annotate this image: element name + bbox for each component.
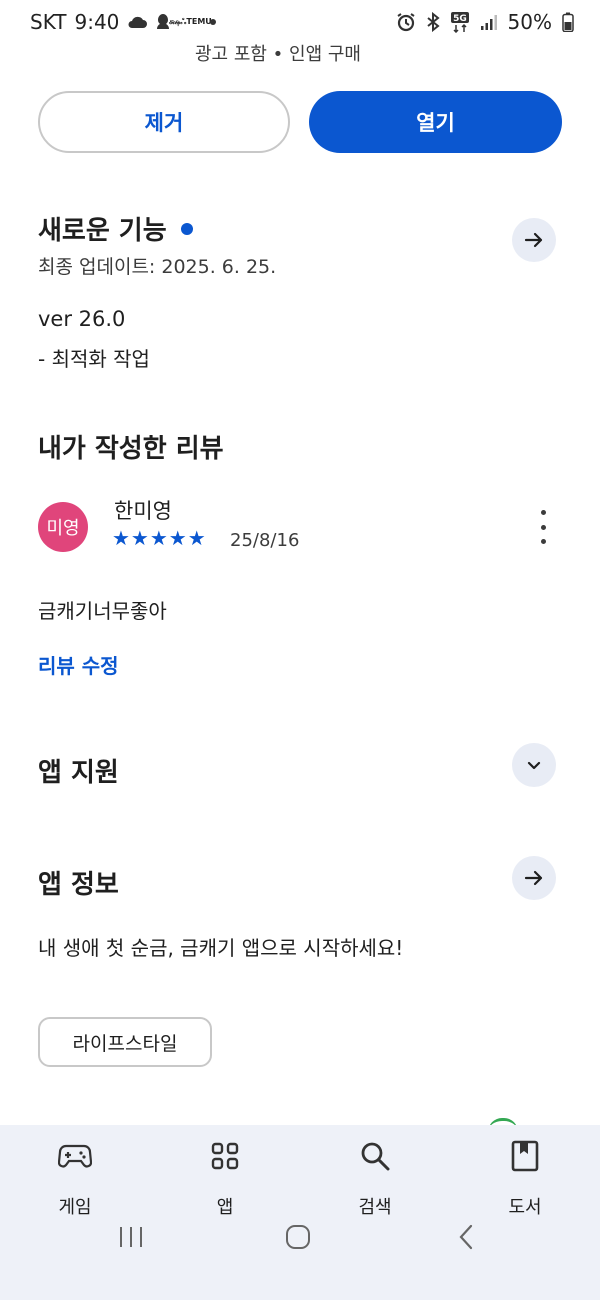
- more-options-icon[interactable]: [532, 510, 554, 544]
- app-support-title[interactable]: 앱 지원: [38, 752, 119, 789]
- review-date: 25/8/16: [230, 530, 300, 551]
- nav-books-label: 도서: [508, 1197, 542, 1218]
- battery-icon: [562, 12, 574, 32]
- nav-search-label: 검색: [358, 1197, 392, 1218]
- nav-games[interactable]: 게임: [25, 1139, 125, 1219]
- nav-apps-label: 앱: [216, 1197, 234, 1218]
- category-chip[interactable]: 라이프스타일: [38, 1017, 212, 1067]
- status-left: SKT 9:40 க்ஷஃ TEMU: [30, 10, 217, 34]
- app-description: 내 생애 첫 순금, 금캐기 앱으로 시작하세요!: [38, 936, 404, 960]
- clock: 9:40: [74, 10, 120, 34]
- recent-apps-icon[interactable]: [118, 1225, 144, 1253]
- open-button[interactable]: 열기: [309, 91, 562, 153]
- arrow-right-icon: [524, 870, 543, 886]
- arrow-right-icon: [524, 232, 543, 248]
- temu-bottom-text: TEMU: [186, 17, 212, 26]
- back-icon[interactable]: [457, 1224, 475, 1254]
- carrier-label: SKT: [30, 10, 67, 34]
- svg-text:5G: 5G: [453, 14, 467, 24]
- app-info-arrow-button[interactable]: [512, 856, 556, 900]
- last-update-date: 최종 업데이트: 2025. 6. 25.: [38, 256, 277, 278]
- status-bar: SKT 9:40 க்ஷஃ TEMU 5G 50%: [0, 0, 600, 44]
- temu-top-text: க்ஷஃ: [169, 17, 187, 26]
- apps-grid-icon: [208, 1139, 242, 1173]
- nav-games-label: 게임: [58, 1197, 92, 1218]
- book-icon: [508, 1139, 542, 1173]
- 5g-icon: 5G: [450, 11, 470, 33]
- reviewer-name: 한미영: [114, 499, 172, 523]
- home-icon[interactable]: [285, 1224, 311, 1254]
- cloud-icon: [127, 15, 148, 29]
- version-text: ver 26.0: [38, 307, 126, 331]
- battery-percent: 50%: [507, 10, 552, 34]
- chevron-down-icon: [527, 761, 541, 770]
- star-rating: ★★★★★: [112, 526, 207, 550]
- gamepad-icon: [58, 1139, 92, 1173]
- avatar: 미영: [38, 502, 88, 552]
- review-text: 금캐기너무좋아: [38, 599, 167, 623]
- bottom-navigation: 게임 앱 검색 도서: [0, 1125, 600, 1300]
- alarm-icon: [396, 12, 416, 32]
- bluetooth-icon: [426, 12, 440, 32]
- new-indicator-dot: [180, 222, 193, 235]
- more-notifications-dot-icon: [209, 18, 217, 26]
- remove-button[interactable]: 제거: [38, 91, 290, 153]
- nav-books[interactable]: 도서: [475, 1139, 575, 1219]
- app-support-expand-button[interactable]: [512, 743, 556, 787]
- change-note: - 최적화 작업: [38, 347, 150, 371]
- whats-new-header[interactable]: 새로운 기능: [38, 210, 193, 247]
- signal-icon: [480, 13, 498, 31]
- search-icon: [358, 1139, 392, 1173]
- my-review-title: 내가 작성한 리뷰: [38, 434, 224, 464]
- status-right: 5G 50%: [396, 10, 574, 34]
- nav-apps[interactable]: 앱: [175, 1139, 275, 1219]
- temu-icon: க்ஷஃ TEMU: [169, 18, 212, 26]
- whats-new-title: 새로운 기능: [38, 216, 167, 246]
- nav-search[interactable]: 검색: [325, 1139, 425, 1219]
- ads-and-iap-note: 광고 포함 • 인앱 구매: [195, 44, 361, 65]
- whats-new-arrow-button[interactable]: [512, 218, 556, 262]
- app-info-title[interactable]: 앱 정보: [38, 864, 119, 901]
- edit-review-link[interactable]: 리뷰 수정: [38, 650, 119, 679]
